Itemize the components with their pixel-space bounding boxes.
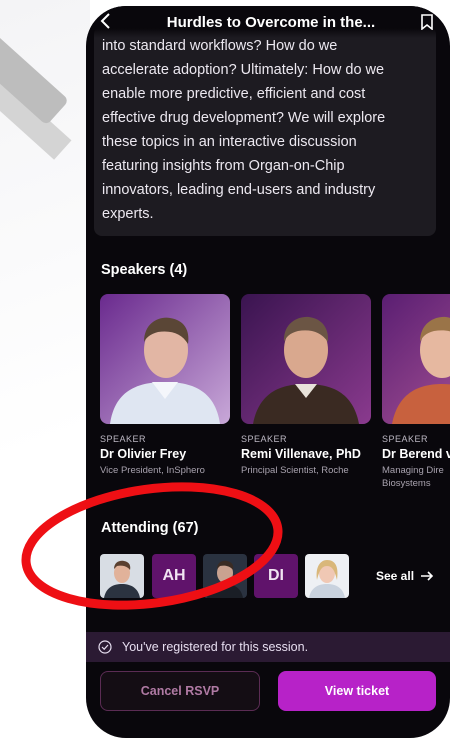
speaker-card[interactable]: SPEAKER Remi Villenave, PhD Principal Sc… — [241, 294, 371, 477]
speaker-card[interactable]: SPEAKER Dr Olivier Frey Vice President, … — [100, 294, 230, 477]
description-line: experts. — [102, 206, 154, 222]
speaker-title: Biosystems — [382, 478, 431, 489]
speaker-card[interactable]: SPEAKER Dr Berend v Managing Dire Biosys… — [382, 294, 450, 490]
see-all-link[interactable]: See all — [376, 569, 434, 583]
speaker-role: SPEAKER — [382, 434, 429, 444]
arrow-right-icon — [421, 571, 434, 581]
speaker-photo — [100, 294, 230, 424]
speaker-name: Remi Villenave, PhD — [241, 447, 361, 461]
phone-screen: into standard workflows? How do we accel… — [86, 6, 450, 738]
description-card: into standard workflows? How do we accel… — [94, 26, 436, 236]
speaker-role: SPEAKER — [100, 434, 147, 444]
header-bar: Hurdles to Overcome in the... — [86, 6, 450, 38]
registration-status-text: You've registered for this session. — [122, 640, 309, 654]
see-all-label: See all — [376, 569, 415, 583]
registration-banner: You've registered for this session. — [86, 632, 450, 662]
description-line: effective drug development? We will expl… — [102, 110, 386, 126]
speaker-photo — [241, 294, 371, 424]
bookmark-icon[interactable] — [420, 14, 434, 30]
page-title: Hurdles to Overcome in the... — [166, 14, 376, 31]
speakers-heading: Speakers (4) — [101, 262, 188, 278]
attendee-avatar[interactable] — [305, 554, 349, 598]
speaker-photo — [382, 294, 450, 424]
cancel-rsvp-button[interactable]: Cancel RSVP — [100, 671, 260, 711]
speaker-name: Dr Berend v — [382, 447, 450, 461]
description-text: into standard workflows? How do we accel… — [102, 34, 402, 226]
description-line: innovators, leading end-users and indust… — [102, 182, 376, 198]
speaker-name: Dr Olivier Frey — [100, 447, 187, 461]
description-line: featuring insights from Organ-on-Chip — [102, 158, 345, 174]
back-arrow-icon[interactable] — [98, 12, 112, 30]
annotation-circle — [21, 482, 283, 610]
view-ticket-button[interactable]: View ticket — [278, 671, 436, 711]
description-line: enable more predictive, efficient and co… — [102, 86, 366, 102]
speaker-title: Managing Dire — [382, 465, 444, 476]
check-circle-icon — [98, 640, 112, 654]
speaker-role: SPEAKER — [241, 434, 288, 444]
description-line: accelerate adoption? Ultimately: How do … — [102, 62, 385, 78]
description-line: these topics in an interactive discussio… — [102, 134, 357, 150]
